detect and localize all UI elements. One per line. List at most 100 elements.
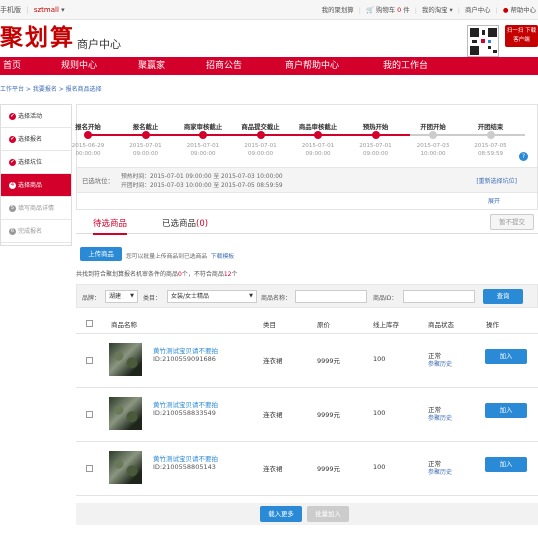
- app-root: 手机版 | sztmall ▾ 我的聚划算 | 🛒 购物车 0 件 | 我的淘宝…: [0, 0, 538, 533]
- step-time: 2015-07-01 09:00:00: [346, 142, 406, 158]
- product-title-link[interactable]: 黄竹测试宝贝请不要拍: [153, 399, 218, 409]
- query-button[interactable]: 查询: [483, 289, 523, 304]
- download-template-link[interactable]: 下载模板: [211, 254, 234, 260]
- tab-selected[interactable]: 已选商品(0): [162, 217, 208, 229]
- my-ju-link[interactable]: 我的聚划算: [322, 6, 354, 14]
- nav-help-center[interactable]: 商户帮助中心: [285, 57, 339, 75]
- tab-pending[interactable]: 待选商品: [93, 217, 128, 235]
- product-stock: 100: [373, 409, 386, 417]
- history-link[interactable]: 参聚历史: [428, 359, 452, 368]
- history-link[interactable]: 参聚历史: [428, 467, 452, 476]
- product-thumbnail[interactable]: [109, 343, 142, 376]
- history-link[interactable]: 参聚历史: [428, 413, 452, 422]
- app-download-badge[interactable]: 扫一扫 下载客户端: [505, 25, 538, 47]
- user-dropdown-icon[interactable]: ▾: [61, 6, 65, 14]
- nav-workbench[interactable]: 我的工作台: [383, 57, 428, 75]
- result-prefix: 共找到符合聚划算报名机审条件的商品: [76, 271, 179, 278]
- add-button[interactable]: 加入: [485, 457, 527, 472]
- step-clock: 08:59:59: [477, 151, 504, 157]
- cart-unit: 件: [403, 6, 410, 14]
- top-left: 手机版 | sztmall ▾: [0, 5, 65, 15]
- col-action: 操作: [486, 321, 499, 329]
- cart-link[interactable]: 购物车: [376, 6, 395, 14]
- step-dot-icon: [314, 131, 322, 139]
- product-id: ID:2100558805143: [153, 463, 216, 471]
- hold-submit-button[interactable]: 暂不提交: [490, 214, 534, 230]
- my-taobao-link[interactable]: 我的淘宝 ▾: [422, 6, 453, 14]
- row-checkbox[interactable]: [86, 411, 93, 418]
- step-dot-icon: [486, 131, 495, 139]
- step-label: 开团结束: [477, 123, 504, 131]
- selected-slot-label: 已选坑位：: [82, 177, 114, 185]
- select-all-checkbox[interactable]: [86, 320, 93, 327]
- product-tabs: 待选商品 已选商品(0): [76, 212, 538, 235]
- cart-count: 0: [397, 6, 402, 14]
- top-separator: |: [495, 6, 498, 14]
- load-more-button[interactable]: 载入更多: [260, 506, 302, 522]
- product-price: 9999元: [317, 465, 341, 473]
- row-checkbox[interactable]: [86, 465, 93, 472]
- upload-hint: 您可以批量上传商品到已选商品 下载模板: [126, 251, 234, 260]
- step-clock: 00:00:00: [75, 151, 101, 157]
- product-id-input[interactable]: [403, 290, 475, 303]
- result-suffix: 个: [231, 271, 238, 278]
- category-value: 女装/女士精品: [171, 293, 210, 300]
- step-clock: 10:00:00: [420, 151, 446, 157]
- product-name-input[interactable]: [295, 290, 367, 303]
- step-label: 报名开始: [75, 123, 101, 131]
- sidebar-item-select-product[interactable]: 4 选择商品: [1, 174, 71, 197]
- mobile-link[interactable]: 手机版: [0, 6, 21, 14]
- check-icon: ✔: [9, 136, 16, 143]
- nav-rules[interactable]: 规则中心: [61, 57, 97, 75]
- brand-label: 品牌：: [82, 295, 101, 302]
- table-row: 黄竹测试宝贝请不要拍 ID:2100558805143 连衣裙 9999元 10…: [76, 442, 538, 496]
- step-clock: 09:00:00: [190, 151, 216, 157]
- step-dot-icon: [199, 131, 207, 139]
- product-title-link[interactable]: 黄竹测试宝贝请不要拍: [153, 453, 218, 463]
- step-dot-icon: [141, 131, 150, 139]
- step-date: 2015-07-01: [359, 143, 392, 149]
- expand-link[interactable]: 展开: [488, 196, 500, 205]
- row-checkbox[interactable]: [86, 357, 93, 364]
- product-category: 连衣裙: [263, 357, 283, 365]
- category-select[interactable]: 女装/女士精品 ▼: [167, 290, 257, 303]
- step-date: 2015-07-05: [474, 143, 507, 149]
- help-icon[interactable]: ?: [519, 152, 528, 161]
- sidebar-item-product-details[interactable]: 5 填写商品详情: [1, 197, 71, 220]
- step-dot-icon: [429, 131, 437, 139]
- help-link[interactable]: 帮助中心: [510, 6, 536, 14]
- result-summary: 共找到符合聚划算报名机审条件的商品0个，不符合商品12个: [76, 269, 238, 278]
- add-button[interactable]: 加入: [485, 403, 527, 418]
- col-stock: 线上库存: [373, 321, 399, 329]
- upload-hint-text: 您可以批量上传商品到已选商品: [126, 254, 208, 260]
- step-date: 2015-07-01: [129, 143, 162, 149]
- username-link[interactable]: sztmall: [34, 6, 59, 14]
- timeline-progress: [90, 134, 410, 136]
- add-button[interactable]: 加入: [485, 349, 527, 364]
- step-time: 2015-06-29 00:00:00: [58, 142, 118, 158]
- product-thumbnail[interactable]: [109, 451, 142, 484]
- chevron-down-icon: ▼: [249, 293, 253, 299]
- top-right: 我的聚划算 | 🛒 购物车 0 件 | 我的淘宝 ▾ | 商户中心 | ● 帮助…: [322, 5, 536, 14]
- step-clock: 09:00:00: [305, 151, 331, 157]
- upload-products-button[interactable]: 上传商品: [80, 247, 122, 261]
- product-title-link[interactable]: 黄竹测试宝贝请不要拍: [153, 345, 218, 355]
- sidebar-item-label: 选择坑位: [18, 159, 43, 166]
- sidebar-item-label: 选择报名: [18, 136, 43, 143]
- sidebar-item-complete[interactable]: 6 完成报名: [1, 220, 71, 243]
- nav-home[interactable]: 首页: [3, 57, 21, 75]
- brand-select[interactable]: 湖建 ▼: [105, 290, 138, 303]
- check-icon: ✔: [9, 159, 16, 166]
- step-dot-icon: [371, 131, 380, 139]
- merchant-center-link[interactable]: 商户中心: [465, 6, 491, 14]
- breadcrumb[interactable]: 工作平台 > 我要报名 > 报名商品选择: [0, 84, 102, 93]
- batch-add-button[interactable]: 批量加入: [307, 506, 349, 522]
- top-separator: |: [26, 6, 29, 14]
- nav-announcements[interactable]: 招商公告: [206, 57, 242, 75]
- product-id: ID:2100559091686: [153, 355, 216, 363]
- step-label: 商品审核截止: [298, 123, 338, 131]
- reselect-slot-link[interactable]: [重新选择坑位]: [476, 176, 517, 185]
- product-thumbnail[interactable]: [109, 397, 142, 430]
- cart-icon[interactable]: 🛒: [366, 6, 374, 14]
- nav-juyingjia[interactable]: 聚赢家: [138, 57, 165, 75]
